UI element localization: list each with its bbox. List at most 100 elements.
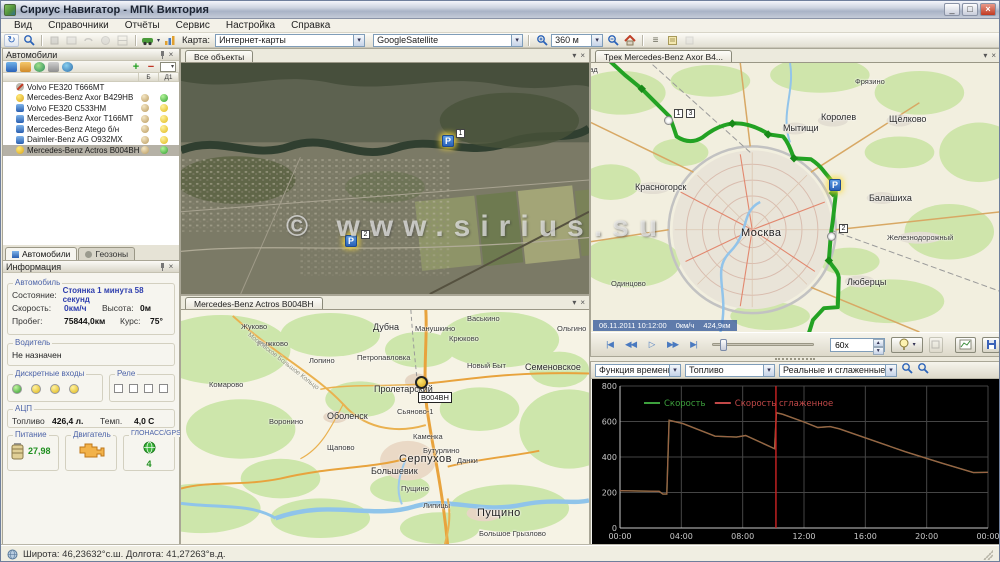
search-icon[interactable] bbox=[21, 34, 36, 47]
open-chart-button[interactable] bbox=[955, 337, 976, 353]
globe2-icon[interactable] bbox=[62, 62, 73, 72]
map-layer-select[interactable]: GoogleSatellite▾ bbox=[373, 34, 523, 47]
save-button[interactable] bbox=[982, 337, 1000, 353]
indicator-b bbox=[141, 104, 149, 112]
chart-zoom-in-icon[interactable] bbox=[901, 361, 913, 379]
playback-button[interactable]: ▶| bbox=[683, 339, 704, 350]
maximize-button[interactable]: □ bbox=[962, 3, 978, 16]
home-icon[interactable] bbox=[622, 34, 637, 47]
menu-item[interactable]: Справка bbox=[284, 20, 337, 31]
pin-icon[interactable] bbox=[158, 263, 166, 271]
remove-button[interactable]: − bbox=[145, 62, 157, 72]
column-b[interactable]: Б bbox=[139, 73, 159, 81]
relay-checkbox[interactable] bbox=[114, 384, 123, 393]
globe-icon[interactable] bbox=[34, 62, 45, 72]
menu-item[interactable]: Сервис bbox=[169, 20, 217, 31]
tab-track-map[interactable]: Трек Mercedes-Benz Axor В4... bbox=[595, 50, 732, 62]
close-icon[interactable]: × bbox=[166, 50, 176, 60]
vehicle-row[interactable]: Mercedes-Benz Axor Т166МТ bbox=[3, 114, 179, 125]
vehicle-row[interactable]: Daimler-Benz AG О932МХ bbox=[3, 135, 179, 146]
vehicle-marker[interactable] bbox=[415, 376, 428, 389]
poi-marker-button[interactable]: ▾ bbox=[891, 337, 923, 353]
chart-panel: Функция времени▾ Топливо▾ Реальные и сгл… bbox=[590, 361, 1000, 546]
playback-button[interactable]: ◀◀ bbox=[620, 339, 641, 350]
spin-up-icon[interactable]: ▲ bbox=[873, 339, 884, 347]
tab-vehicle-map[interactable]: Mercedes-Benz Actros В004ВН bbox=[185, 297, 323, 309]
table-icon bbox=[64, 34, 79, 47]
vehicle-row[interactable]: Volvo FE320 Т666МТ bbox=[3, 82, 179, 93]
playback-rate-spinner[interactable]: 60x ▲▼ bbox=[830, 338, 885, 352]
parking-marker[interactable]: P bbox=[829, 179, 841, 191]
map-source-select[interactable]: Интернет-карты▾ bbox=[215, 34, 365, 47]
close-icon[interactable]: × bbox=[580, 298, 585, 307]
region-button[interactable]: ▾ bbox=[160, 62, 176, 72]
relay-checkbox[interactable] bbox=[144, 384, 153, 393]
slider-thumb[interactable] bbox=[720, 339, 727, 351]
close-icon[interactable]: × bbox=[580, 51, 585, 60]
menu-item[interactable]: Справочники bbox=[41, 20, 116, 31]
driver-group: Водитель Не назначен bbox=[7, 343, 175, 366]
column-d1[interactable]: Д1 bbox=[159, 73, 179, 81]
spin-down-icon[interactable]: ▼ bbox=[873, 347, 884, 355]
resize-grip[interactable] bbox=[983, 550, 993, 560]
vehicle-row[interactable]: Mercedes-Benz Axor В429НВ bbox=[3, 93, 179, 104]
engine-group: Двигатель bbox=[65, 435, 117, 471]
add-button[interactable]: + bbox=[130, 62, 142, 72]
map-label: Воронино bbox=[269, 417, 303, 426]
legend-list-icon[interactable]: ≡ bbox=[648, 34, 663, 47]
tab-list-icon[interactable]: ▾ bbox=[572, 51, 576, 60]
refresh-button[interactable]: ↻ bbox=[4, 34, 19, 47]
camera-icon[interactable] bbox=[48, 62, 59, 72]
stop-number-marker[interactable]: 1 bbox=[674, 109, 683, 118]
side-tab[interactable]: Автомобили bbox=[5, 247, 77, 260]
menu-item[interactable]: Вид bbox=[7, 20, 39, 31]
tab-list-icon[interactable]: ▾ bbox=[983, 51, 987, 60]
find-vehicle-icon[interactable] bbox=[6, 62, 17, 72]
track-map[interactable]: ЗеленоградФрязиноКоролевЩёлковоМытищиКра… bbox=[591, 63, 1000, 332]
relay-checkbox[interactable] bbox=[129, 384, 138, 393]
stop-number-marker[interactable]: 2 bbox=[839, 224, 848, 233]
chart-mode-select[interactable]: Функция времени▾ bbox=[595, 364, 681, 377]
gps-satellite-count: 4 bbox=[124, 459, 174, 469]
stop-number-marker[interactable]: 1 bbox=[456, 129, 465, 138]
report-chart-icon[interactable] bbox=[162, 34, 177, 47]
minimize-button[interactable]: _ bbox=[944, 3, 960, 16]
vehicle-dropdown-button[interactable]: ▾ bbox=[141, 34, 160, 47]
chart-view-select[interactable]: Реальные и сглаженные значения▾ bbox=[779, 364, 897, 377]
tab-all-objects[interactable]: Все объекты bbox=[185, 50, 253, 62]
zoom-in-icon[interactable] bbox=[534, 34, 549, 47]
vehicle-row[interactable]: Volvo FE320 С533НМ bbox=[3, 103, 179, 114]
satellite-map[interactable]: PP 12 bbox=[181, 63, 589, 294]
chart-area[interactable]: 00:0004:0008:0012:0016:0020:0000:0002004… bbox=[592, 379, 999, 544]
zoom-level-select[interactable]: 360 м▾ bbox=[551, 34, 603, 47]
close-button[interactable]: × bbox=[980, 3, 996, 16]
stop-number-marker[interactable]: 3 bbox=[686, 109, 695, 118]
notes-icon[interactable] bbox=[665, 34, 680, 47]
close-icon[interactable]: × bbox=[166, 262, 176, 272]
playback-slider[interactable] bbox=[712, 343, 814, 346]
playback-button[interactable]: ▶▶ bbox=[662, 339, 683, 350]
playback-button[interactable]: ▷ bbox=[641, 339, 662, 350]
relay-checkbox[interactable] bbox=[159, 384, 168, 393]
vehicle-map[interactable]: ЖуковоРыжковоДубнаМанушкиноВаськиноКрюко… bbox=[181, 310, 589, 545]
state-value: Стоянка 1 минута 58 секунд bbox=[63, 286, 170, 304]
side-tab[interactable]: Геозоны bbox=[78, 247, 135, 260]
edit-icon[interactable] bbox=[20, 62, 31, 72]
chart-parameter-select[interactable]: Топливо▾ bbox=[685, 364, 775, 377]
chart-zoom-out-icon[interactable] bbox=[917, 361, 929, 379]
window-title: Сириус Навигатор - МПК Виктория bbox=[20, 4, 944, 16]
map-label: Петропавловка bbox=[357, 353, 410, 362]
playback-button[interactable]: |◀ bbox=[599, 339, 620, 350]
close-icon[interactable]: × bbox=[991, 51, 996, 60]
zoom-out-icon[interactable] bbox=[605, 34, 620, 47]
vehicle-row[interactable]: Mercedes-Benz Atego б/н bbox=[3, 124, 179, 135]
pin-icon[interactable] bbox=[158, 51, 166, 59]
map-label: Крюково bbox=[449, 334, 479, 343]
menu-item[interactable]: Настройка bbox=[219, 20, 282, 31]
coordinates-text: Широта: 46,23632°с.ш. Долгота: 41,27263°… bbox=[23, 549, 225, 560]
stop-number-marker[interactable]: 2 bbox=[361, 230, 370, 239]
indicator-b bbox=[141, 125, 149, 133]
tab-list-icon[interactable]: ▾ bbox=[572, 298, 576, 307]
menu-item[interactable]: Отчёты bbox=[118, 20, 167, 31]
vehicle-row[interactable]: Mercedes-Benz Actros В004ВН bbox=[3, 145, 179, 156]
